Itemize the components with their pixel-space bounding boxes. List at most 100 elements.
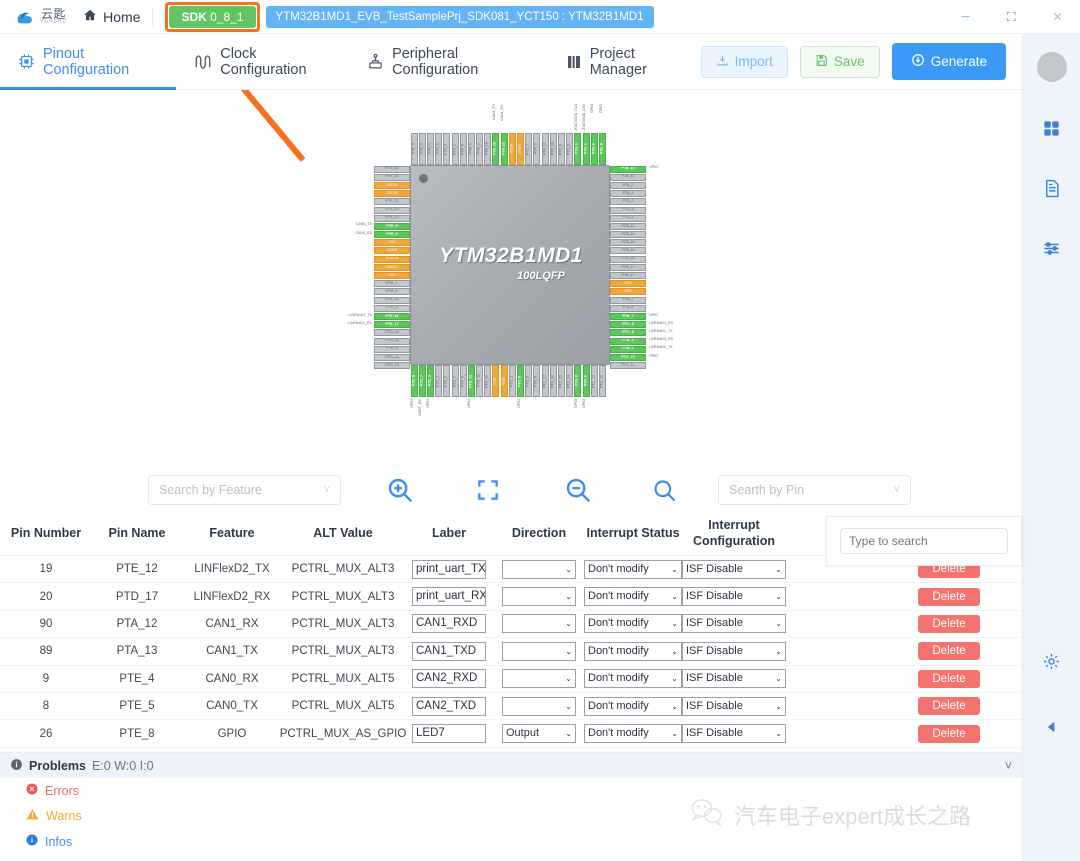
table-row[interactable]: 90 PTA_12 CAN1_RX PCTRL_MUX_ALT3 CAN1_RXD ⌄ Do… — [0, 611, 1022, 639]
chip-pin[interactable]: PTC_9 — [610, 329, 646, 337]
chip-pin[interactable]: PTA_1 — [582, 133, 590, 165]
sdk-badge[interactable]: SDK 0_8_1 — [169, 5, 256, 28]
delete-button[interactable]: Delete — [918, 669, 980, 688]
chip-pin[interactable]: PTD_15 — [374, 337, 410, 345]
chip-pin[interactable]: PTB_17 — [610, 263, 646, 271]
chip-pin[interactable]: PTE_3 — [426, 365, 434, 397]
search-icon[interactable] — [651, 477, 678, 504]
chip-pin[interactable]: PTA_7 — [610, 312, 646, 320]
chip-pin[interactable]: PTE_1 — [467, 133, 475, 165]
chip-pin[interactable]: PTA_7 — [374, 280, 410, 288]
table-row[interactable]: 89 PTA_13 CAN1_TX PCTRL_MUX_ALT3 CAN1_TXD ⌄ Do… — [0, 638, 1022, 666]
tab-peripheral-configuration[interactable]: Peripheral Configuration — [349, 34, 548, 90]
tab-project-manager[interactable]: Project Manager — [548, 34, 701, 90]
fit-screen-icon[interactable] — [475, 477, 501, 503]
chip-pin[interactable]: PTE_15 — [374, 173, 410, 181]
chip-pin[interactable]: PTE_6 — [590, 133, 598, 165]
chip-pin[interactable]: PTA_12 — [500, 133, 508, 165]
zoom-in-icon[interactable] — [385, 475, 415, 505]
chip-pin[interactable]: PTA_17 — [610, 272, 646, 280]
chip-pin[interactable]: PTE_0 — [410, 133, 418, 165]
chip-pin[interactable]: PTD_2 — [610, 198, 646, 206]
tab-clock-configuration[interactable]: Clock Configuration — [176, 34, 349, 90]
chip-pin[interactable]: PTE_14 — [374, 296, 410, 304]
chip-pin[interactable]: PTB_16 — [610, 255, 646, 263]
chip-pin[interactable]: PTA_5 — [435, 133, 443, 165]
chip-pin[interactable]: PTA_9 — [582, 365, 590, 397]
chip-pin[interactable]: VREFH — [374, 255, 410, 263]
chip-pin[interactable]: PTE_16 — [374, 165, 410, 173]
interrupt-configuration-select[interactable]: ISF Disable ⌄ — [682, 669, 786, 689]
chip-pin[interactable]: VDD51 — [374, 181, 410, 189]
chip-pin[interactable]: PTE_12 — [374, 312, 410, 320]
chip-pin[interactable]: PTE_13 — [374, 214, 410, 222]
chip-pin[interactable]: PTD_9 — [525, 365, 533, 397]
delete-button[interactable]: Delete — [918, 697, 980, 716]
import-button[interactable]: Import — [700, 45, 788, 78]
chip-pin[interactable]: PTA_0 — [574, 133, 582, 165]
close-button[interactable] — [1034, 0, 1080, 34]
grid-icon[interactable] — [1038, 114, 1066, 142]
chip-pin[interactable]: PTE_8 — [410, 365, 418, 397]
tab-pinout-configuration[interactable]: Pinout Configuration — [0, 34, 177, 90]
direction-select[interactable]: ⌄ — [502, 587, 576, 607]
interrupt-status-select[interactable]: Don't modify ⌄ — [584, 559, 682, 579]
chip-pin[interactable]: VDD — [610, 280, 646, 288]
sliders-icon[interactable] — [1038, 234, 1066, 262]
interrupt-status-select[interactable]: Don't modify ⌄ — [584, 614, 682, 634]
avatar[interactable] — [1036, 52, 1067, 82]
delete-button[interactable]: Delete — [918, 724, 980, 743]
chip-pin[interactable]: PTB_0 — [610, 337, 646, 345]
document-icon[interactable] — [1038, 174, 1066, 202]
chip-pin[interactable]: PTB_15 — [610, 247, 646, 255]
delete-button[interactable]: Delete — [918, 614, 980, 633]
chip-pin[interactable]: PTB_18 — [610, 239, 646, 247]
chip-pin[interactable]: PTE_7 — [418, 365, 426, 397]
chip-pin[interactable]: PTA_6 — [610, 304, 646, 312]
chip-pin[interactable]: VSS — [492, 365, 500, 397]
chip-pin[interactable]: VDD25 — [374, 190, 410, 198]
chip-pin[interactable]: PTC_6 — [557, 133, 565, 165]
generate-button[interactable]: Generate — [891, 43, 1006, 80]
chip-pin[interactable]: PTC_16 — [549, 365, 557, 397]
chip-pin[interactable]: PTA_7 — [610, 296, 646, 304]
chip-pin[interactable]: PTE_2 — [476, 133, 484, 165]
laber-input[interactable]: CAN1_RXD — [412, 614, 486, 634]
interrupt-status-select[interactable]: Don't modify ⌄ — [584, 587, 682, 607]
feature-filter-select[interactable]: Search by Feature ˅ — [148, 475, 341, 505]
chip-pin[interactable]: PTC_1 — [508, 365, 516, 397]
chip-pin[interactable]: PTE_10 — [549, 133, 557, 165]
chip-pin[interactable]: VSS — [610, 288, 646, 296]
chip-pin[interactable]: PTA_2 — [610, 181, 646, 189]
chip-pin[interactable]: PTD_16 — [374, 329, 410, 337]
interrupt-configuration-select[interactable]: ISF Disable ⌄ — [682, 614, 786, 634]
chip-pin[interactable]: PTA_13 — [492, 133, 500, 165]
direction-select[interactable]: ⌄ — [502, 614, 576, 634]
interrupt-configuration-select[interactable]: ISF Disable ⌄ — [682, 724, 786, 744]
problems-header[interactable]: Problems E:0 W:0 I:0 ˅ — [0, 752, 1022, 778]
chip-pin[interactable]: PTD_4 — [610, 214, 646, 222]
chip-pin[interactable]: PTD_0 — [459, 133, 467, 165]
chip-pin[interactable]: PTD_14 — [374, 353, 410, 361]
chip-pin[interactable]: PTD_11 — [476, 365, 484, 397]
laber-input[interactable]: LED7 — [412, 724, 486, 744]
interrupt-configuration-select[interactable]: ISF Disable ⌄ — [682, 696, 786, 716]
pin-filter-select[interactable]: Searth by Pin ˅ — [718, 475, 911, 505]
chip-pin[interactable]: PTC_7 — [525, 133, 533, 165]
laber-input[interactable]: CAN2_TXD — [412, 696, 486, 716]
interrupt-configuration-select[interactable]: ISF Disable ⌄ — [682, 559, 786, 579]
chip-pin[interactable]: PTA_3 — [610, 190, 646, 198]
chip-pin[interactable]: PTD_5 — [610, 206, 646, 214]
chip-pin[interactable]: PTC_1 — [435, 365, 443, 397]
chip-pin[interactable]: VREFL — [374, 263, 410, 271]
minimize-button[interactable] — [942, 0, 988, 34]
chip-pin[interactable]: PTC_0 — [517, 365, 525, 397]
chip-pin[interactable]: PTB_12 — [610, 222, 646, 230]
chip-pin[interactable]: PTD_7 — [451, 365, 459, 397]
chip-pin[interactable]: PTD_6 — [459, 365, 467, 397]
chip-pin[interactable]: PTE_8 — [598, 133, 606, 165]
chip-pin[interactable]: PTC_14 — [566, 365, 574, 397]
chip-pin[interactable]: PTB_10 — [610, 165, 646, 173]
chip-pin[interactable]: PTC_8 — [610, 321, 646, 329]
interrupt-configuration-select[interactable]: ISF Disable ⌄ — [682, 587, 786, 607]
